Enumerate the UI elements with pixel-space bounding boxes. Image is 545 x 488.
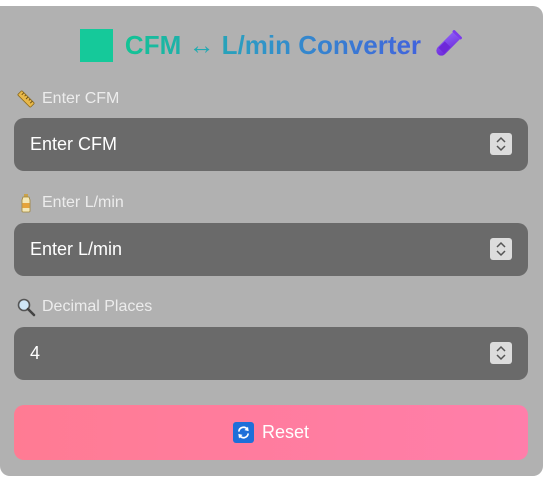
cfm-stepper[interactable] xyxy=(490,133,512,155)
cfm-input-placeholder: Enter CFM xyxy=(30,134,118,154)
decimal-input[interactable]: 4 xyxy=(14,327,528,380)
lmin-input-placeholder: Enter L/min xyxy=(30,239,123,259)
ruler-icon xyxy=(17,90,35,108)
decimal-label-text: Decimal Places xyxy=(42,298,153,315)
decimal-label: Decimal Places xyxy=(16,297,152,317)
cfm-label-text: Enter CFM xyxy=(42,90,120,107)
lmin-input[interactable]: Enter L/min xyxy=(14,223,528,276)
magnifier-icon xyxy=(17,298,36,317)
reset-label: Reset xyxy=(261,422,310,442)
reset-button[interactable]: Reset xyxy=(14,405,528,460)
title-text: CFM ↔ L/min Converter xyxy=(124,29,422,60)
page-title: CFM ↔ L/min Converter xyxy=(0,24,545,66)
bottle-icon xyxy=(21,194,31,213)
lmin-stepper[interactable] xyxy=(490,238,512,260)
lmin-label: Enter L/min xyxy=(16,193,124,213)
lmin-label-text: Enter L/min xyxy=(42,194,124,211)
cfm-label: Enter CFM xyxy=(16,89,119,109)
test-tube-icon xyxy=(436,30,462,56)
decimal-input-value: 4 xyxy=(30,343,41,363)
refresh-icon xyxy=(232,422,254,443)
cfm-input[interactable]: Enter CFM xyxy=(14,118,528,171)
green-square-icon xyxy=(79,28,113,62)
decimal-stepper[interactable] xyxy=(490,342,512,364)
